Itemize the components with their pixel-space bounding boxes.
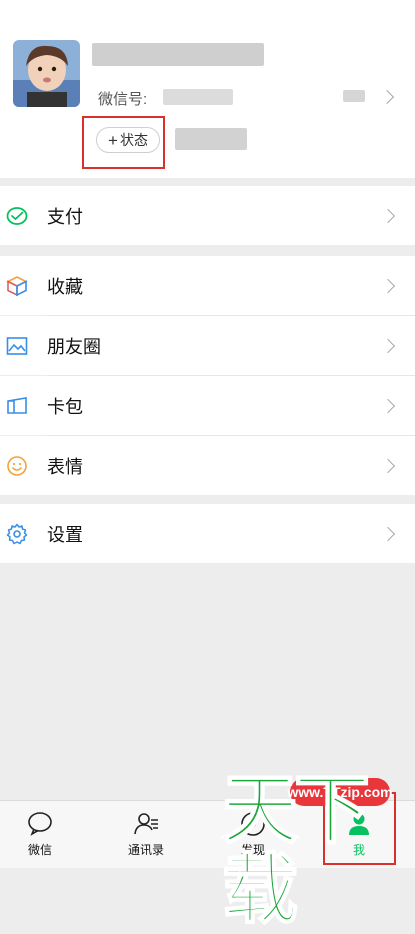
smiley-icon (7, 455, 27, 476)
profile-header[interactable]: 微信号: + 状态 (0, 0, 415, 178)
chevron-right-icon (380, 526, 396, 542)
wechat-id-blurred (163, 89, 233, 105)
photo-album-icon (6, 336, 28, 355)
menu-item-cards[interactable]: 卡包 (0, 376, 415, 435)
chevron-right-icon (380, 338, 396, 354)
card-wallet-icon (7, 396, 27, 414)
menu-label-moments: 朋友圈 (47, 336, 101, 357)
menu-label-favorites: 收藏 (47, 276, 83, 297)
chevron-right-icon (380, 398, 396, 414)
menu-item-settings[interactable]: 设置 (0, 504, 415, 563)
menu-label-cards: 卡包 (47, 396, 83, 417)
gear-icon (6, 523, 28, 544)
tab-label-chats: 微信 (27, 843, 52, 857)
tab-chats[interactable]: 微信 (5, 801, 75, 868)
menu-item-favorites[interactable]: 收藏 (0, 256, 415, 315)
chevron-right-icon (380, 278, 396, 294)
menu-label-stickers: 表情 (47, 456, 83, 477)
chevron-right-icon (380, 458, 396, 474)
menu-item-pay[interactable]: 支付 (0, 186, 415, 245)
tab-label-contacts: 通讯录 (127, 843, 164, 857)
nickname-blurred (92, 43, 264, 66)
chevron-right-icon (379, 89, 395, 105)
chevron-right-icon (380, 208, 396, 224)
contacts-icon (134, 813, 158, 835)
watermark-text: 天下载 (221, 765, 371, 934)
tab-contacts[interactable]: 通讯录 (111, 801, 181, 868)
status-highlight-annotation (82, 116, 165, 169)
favorites-cube-icon (6, 275, 28, 296)
menu-label-pay: 支付 (47, 206, 83, 227)
wechat-pay-icon (6, 206, 28, 225)
menu-label-settings: 设置 (47, 524, 83, 545)
wechat-id-label: 微信号: (98, 91, 148, 108)
menu-item-stickers[interactable]: 表情 (0, 436, 415, 495)
avatar[interactable] (13, 40, 80, 107)
friend-avatars-blurred (175, 128, 247, 150)
chat-bubble-icon (28, 812, 52, 836)
menu-item-moments[interactable]: 朋友圈 (0, 316, 415, 375)
qr-code-icon[interactable] (343, 90, 365, 102)
